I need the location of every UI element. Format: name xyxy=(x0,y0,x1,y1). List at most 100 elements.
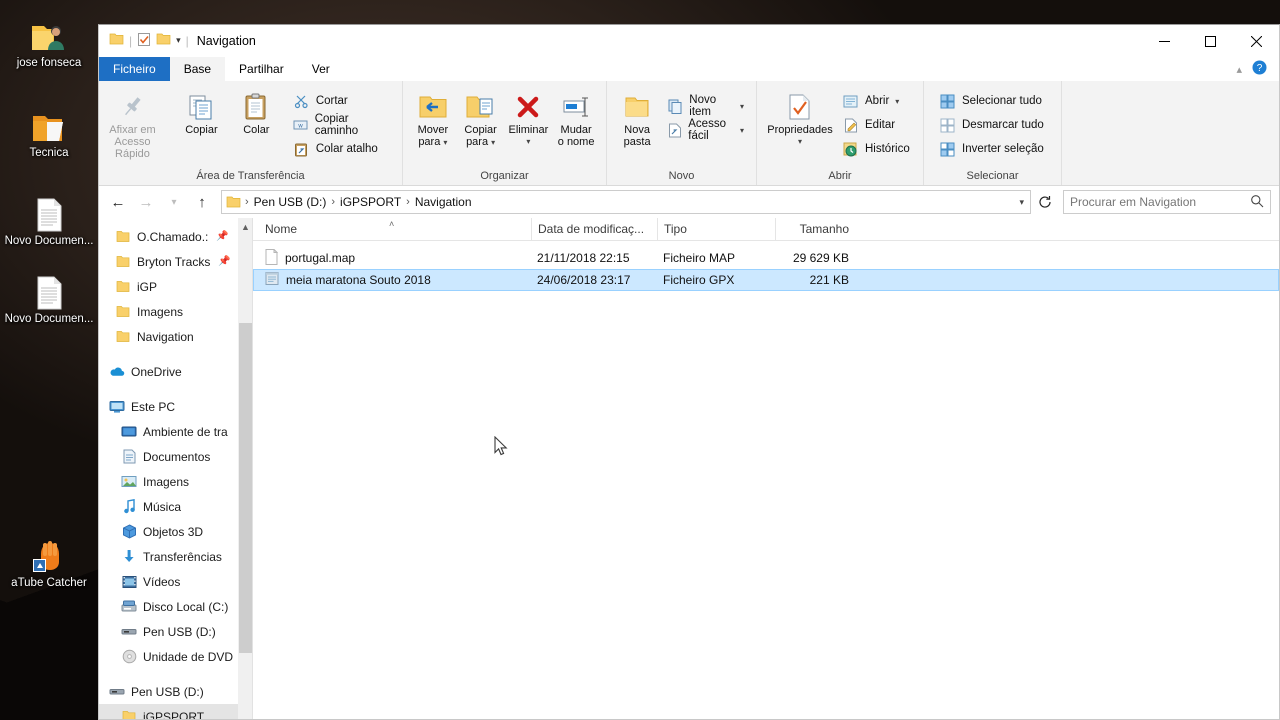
scroll-up-button[interactable]: ▲ xyxy=(238,218,253,235)
pin-to-quick-access-button[interactable]: Afixar em Acesso Rápido xyxy=(105,86,160,160)
sidebar-item-imagens-qa[interactable]: Imagens xyxy=(99,299,253,324)
sidebar-item-pen-usb-d-root[interactable]: Pen USB (D:) xyxy=(99,679,253,704)
sidebar-item-disco-local-c[interactable]: Disco Local (C:) xyxy=(99,594,253,619)
properties-icon[interactable] xyxy=(137,32,151,50)
new-folder-button[interactable]: Nova pasta xyxy=(613,86,661,148)
tab-base[interactable]: Base xyxy=(169,57,226,81)
dvd-drive-icon xyxy=(121,649,137,665)
sidebar-item-videos[interactable]: Vídeos xyxy=(99,569,253,594)
history-label: Histórico xyxy=(865,143,910,155)
chevron-up-icon[interactable]: ▴ xyxy=(1236,63,1242,76)
folder-icon[interactable] xyxy=(109,32,124,49)
easy-access-button[interactable]: Acesso fácil ▾ xyxy=(665,118,750,142)
chevron-down-icon[interactable]: ▾ xyxy=(176,35,181,46)
column-data[interactable]: Data de modificaç... xyxy=(531,217,657,241)
delete-button[interactable]: Eliminar ▾ xyxy=(505,86,553,148)
pin-icon[interactable]: 📌 xyxy=(216,231,228,242)
pin-label-line2: Acesso Rápido xyxy=(114,136,151,160)
new-item-label: Novo item xyxy=(689,94,717,118)
sidebar-item-onedrive[interactable]: OneDrive xyxy=(99,359,253,384)
cut-button[interactable]: Cortar xyxy=(290,89,396,113)
sidebar-item-musica[interactable]: Música xyxy=(99,494,253,519)
sidebar-item-ochamado[interactable]: O.Chamado.: 📌 xyxy=(99,224,253,249)
file-list-area[interactable]: portugal.map 21/11/2018 22:15 Ficheiro M… xyxy=(253,241,1279,719)
breadcrumb-item-pen-usb[interactable]: Pen USB (D:) xyxy=(251,195,330,209)
paste-shortcut-button[interactable]: Colar atalho xyxy=(290,137,396,161)
sidebar-item-navigation[interactable]: Navigation xyxy=(99,324,253,349)
sidebar-item-documentos[interactable]: Documentos xyxy=(99,444,253,469)
chevron-down-icon[interactable]: ▾ xyxy=(526,136,530,148)
invert-selection-button[interactable]: Inverter seleção xyxy=(936,137,1050,161)
history-button[interactable]: Histórico xyxy=(839,137,916,161)
column-tamanho[interactable]: Tamanho xyxy=(775,217,855,241)
sidebar-item-igpsport[interactable]: iGPSPORT xyxy=(99,704,253,719)
minimize-button[interactable] xyxy=(1141,25,1187,57)
open-folder-icon xyxy=(3,100,95,144)
folder-icon xyxy=(115,229,131,245)
document-icon xyxy=(3,188,95,232)
scrollbar-thumb[interactable] xyxy=(239,323,252,653)
sidebar-item-bryton-tracks[interactable]: Bryton Tracks 📌 xyxy=(99,249,253,274)
sidebar-item-unidade-de-dvd[interactable]: Unidade de DVD xyxy=(99,644,253,669)
maximize-button[interactable] xyxy=(1187,25,1233,57)
recent-locations-button[interactable]: ▾ xyxy=(161,189,187,215)
select-all-button[interactable]: Selecionar tudo xyxy=(936,89,1050,113)
monitor-icon xyxy=(109,399,125,415)
desktop-icon-novo-documento-1[interactable]: Novo Documen... xyxy=(3,184,95,248)
pin-icon[interactable]: 📌 xyxy=(218,256,230,267)
tab-partilhar[interactable]: Partilhar xyxy=(225,57,298,81)
chevron-down-icon[interactable]: ▾ xyxy=(895,97,899,106)
desktop-icon-jose-fonseca[interactable]: jose fonseca xyxy=(3,6,95,70)
close-button[interactable] xyxy=(1233,25,1279,57)
breadcrumb-item-navigation[interactable]: Navigation xyxy=(412,195,475,209)
breadcrumb[interactable]: › Pen USB (D:) › iGPSPORT › Navigation ▾ xyxy=(221,190,1031,214)
refresh-button[interactable] xyxy=(1033,190,1057,214)
move-to-button[interactable]: Mover para ▾ xyxy=(409,86,457,149)
search-input[interactable]: Procurar em Navigation xyxy=(1063,190,1271,214)
breadcrumb-drive-icon xyxy=(226,195,243,209)
chevron-down-icon[interactable]: ▾ xyxy=(1013,197,1030,208)
properties-button[interactable]: Propriedades ▾ xyxy=(763,86,837,148)
search-icon[interactable] xyxy=(1250,194,1264,211)
copy-to-button[interactable]: Copiar para ▾ xyxy=(457,86,505,149)
new-folder-icon[interactable] xyxy=(156,32,171,49)
copy-button[interactable]: Copiar xyxy=(174,86,229,136)
breadcrumb-item-igpsport[interactable]: iGPSPORT xyxy=(337,195,404,209)
open-button[interactable]: Abrir ▾ xyxy=(839,89,916,113)
atube-catcher-icon xyxy=(3,530,95,574)
sidebar-item-ambiente-de-trabalho[interactable]: Ambiente de tra xyxy=(99,419,253,444)
chevron-down-icon[interactable]: ▾ xyxy=(740,102,744,111)
sidebar-item-transferencias[interactable]: Transferências xyxy=(99,544,253,569)
desktop-icon-tecnica[interactable]: Tecnica xyxy=(3,96,95,160)
table-row[interactable]: portugal.map 21/11/2018 22:15 Ficheiro M… xyxy=(253,247,1279,269)
tab-ver[interactable]: Ver xyxy=(298,57,344,81)
chevron-down-icon[interactable]: ▾ xyxy=(798,136,802,148)
select-none-button[interactable]: Desmarcar tudo xyxy=(936,113,1050,137)
table-row[interactable]: meia maratona Souto 2018 24/06/2018 23:1… xyxy=(253,269,1279,291)
navigation-pane-scrollbar[interactable]: ▲ xyxy=(238,218,253,719)
sidebar-item-igp[interactable]: iGP xyxy=(99,274,253,299)
desktop-icon-atube-catcher[interactable]: aTube Catcher xyxy=(3,526,95,590)
back-button[interactable]: ← xyxy=(105,189,131,215)
edit-button[interactable]: Editar xyxy=(839,113,916,137)
column-tipo[interactable]: Tipo xyxy=(657,217,775,241)
sidebar-item-objetos-3d[interactable]: Objetos 3D xyxy=(99,519,253,544)
paste-button[interactable]: Colar xyxy=(229,86,284,136)
help-icon[interactable]: ? xyxy=(1252,60,1267,78)
chevron-down-icon[interactable]: ▾ xyxy=(740,126,744,135)
chevron-down-icon[interactable]: ▾ xyxy=(443,138,447,147)
rename-button[interactable]: Mudar o nome xyxy=(552,86,600,148)
select-all-icon xyxy=(939,94,956,109)
forward-button[interactable]: → xyxy=(133,189,159,215)
sidebar-item-este-pc[interactable]: Este PC xyxy=(99,394,253,419)
sidebar-item-imagens[interactable]: Imagens xyxy=(99,469,253,494)
tab-ficheiro[interactable]: Ficheiro xyxy=(99,57,170,81)
chevron-down-icon[interactable]: ▾ xyxy=(491,138,495,147)
new-item-button[interactable]: Novo item ▾ xyxy=(665,94,750,118)
copy-path-button[interactable]: w Copiar caminho xyxy=(290,113,396,137)
up-button[interactable]: ↑ xyxy=(189,189,215,215)
desktop-icon-label: jose fonseca xyxy=(16,57,82,69)
sidebar-item-pen-usb-d[interactable]: Pen USB (D:) xyxy=(99,619,253,644)
desktop-icon-novo-documento-2[interactable]: Novo Documen... xyxy=(3,262,95,326)
column-nome[interactable]: Nome xyxy=(259,218,531,241)
